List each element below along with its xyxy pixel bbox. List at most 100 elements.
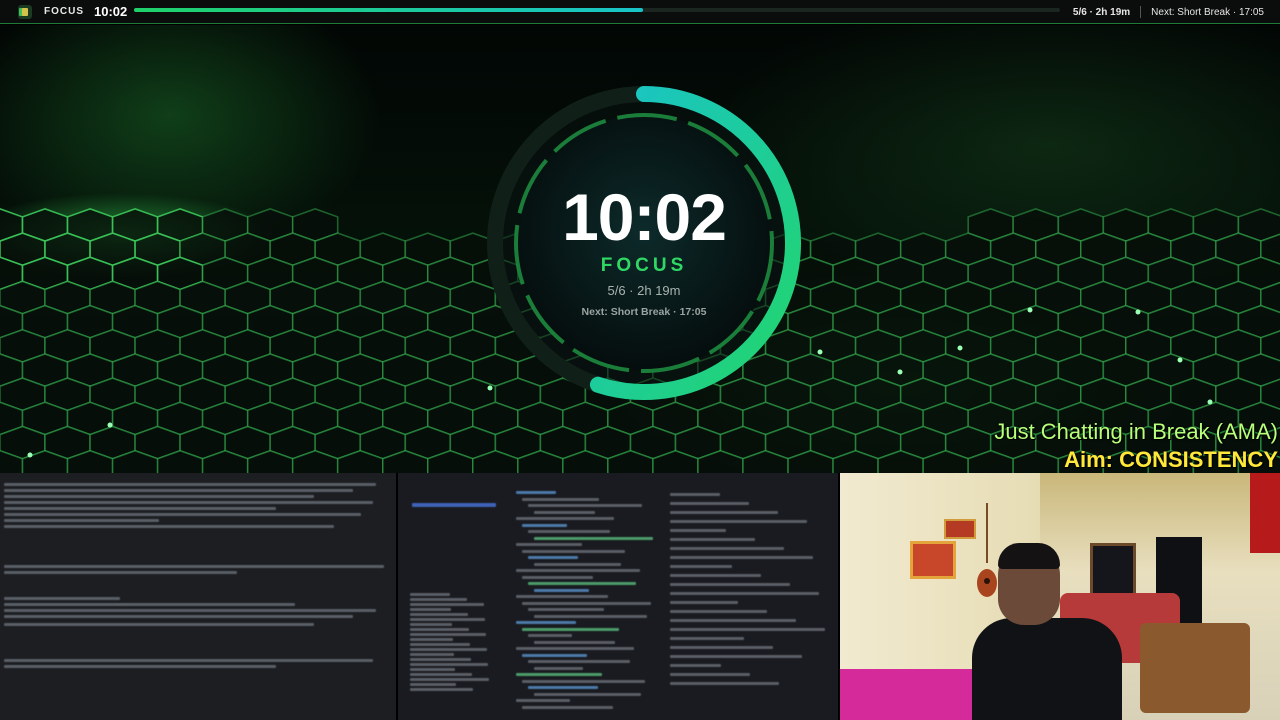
text-line	[4, 659, 373, 662]
code-line	[528, 530, 610, 533]
topbar-divider	[1140, 6, 1142, 18]
text-line	[4, 571, 237, 574]
output-line	[670, 574, 761, 577]
output-line	[670, 592, 819, 595]
code-line	[528, 686, 598, 689]
sidebar-line	[410, 673, 472, 676]
text-line	[4, 609, 376, 612]
code-line	[534, 614, 647, 618]
text-line	[4, 483, 376, 486]
timer-next: Next: Short Break · 17:05	[581, 306, 707, 318]
code-line	[522, 549, 625, 553]
code-line	[516, 543, 582, 546]
stream-overlay-text: Just Chatting in Break (AMA) Aim: CONSIS…	[994, 418, 1278, 474]
output-line	[670, 664, 721, 667]
output-line	[670, 547, 784, 550]
code-line	[522, 653, 587, 657]
output-line	[670, 628, 825, 631]
sidebar-line	[410, 643, 470, 646]
code-line	[528, 634, 572, 637]
code-line	[528, 582, 636, 585]
sparkle	[27, 452, 33, 458]
focus-timer: 10:02 FOCUS 5/6 · 2h 19m Next: Short Bre…	[484, 83, 804, 403]
sparkle	[1177, 357, 1183, 363]
sidebar-line	[410, 603, 484, 606]
code-line	[522, 679, 645, 683]
code-line	[534, 666, 583, 670]
curtain	[1250, 473, 1280, 553]
topbar-mode-label: FOCUS	[44, 6, 84, 17]
code-line	[534, 692, 641, 696]
sparkle	[107, 422, 113, 428]
topbar-progress-bar	[134, 8, 1060, 12]
output-line	[670, 619, 796, 622]
output-line	[670, 565, 732, 568]
text-line	[4, 525, 334, 528]
output-line	[670, 538, 755, 541]
sidebar-line	[410, 628, 469, 631]
overlay-aim: Aim: CONSISTENCY	[1064, 447, 1278, 472]
sidebar-line	[410, 633, 486, 636]
sidebar-line	[410, 598, 467, 601]
topbar-next: Next: Short Break · 17:05	[1151, 6, 1264, 18]
output-line	[670, 556, 813, 559]
sidebar-line	[410, 688, 473, 691]
code-line	[522, 705, 613, 709]
code-line	[522, 601, 651, 605]
code-line	[522, 523, 567, 527]
sparkle	[957, 345, 963, 351]
code-line	[534, 562, 621, 566]
webcam-feed	[840, 473, 1280, 720]
sidebar-line	[410, 658, 471, 661]
text-line	[4, 665, 276, 668]
text-line	[4, 507, 276, 510]
code-line	[528, 660, 630, 663]
code-line	[528, 556, 578, 559]
top-status-bar: FOCUS 10:02 5/6 · 2h 19m Next: Short Bre…	[0, 0, 1280, 24]
hero-background: 10:02 FOCUS 5/6 · 2h 19m Next: Short Bre…	[0, 25, 1280, 473]
text-line	[4, 495, 314, 498]
output-line	[670, 655, 802, 658]
wooden-chair	[1140, 623, 1250, 713]
code-line	[516, 517, 614, 520]
output-line	[670, 529, 726, 532]
sidebar-line	[410, 618, 485, 621]
output-line	[670, 673, 750, 676]
text-line	[4, 519, 159, 522]
screen-capture-editor	[398, 473, 838, 720]
output-line	[670, 610, 767, 613]
sidebar-line	[410, 608, 451, 611]
output-line	[670, 493, 720, 496]
output-line	[670, 520, 807, 523]
sidebar-line	[410, 668, 455, 671]
sidebar-line	[410, 683, 456, 686]
wall-sign	[944, 519, 976, 539]
text-line	[4, 597, 120, 600]
code-line	[522, 497, 599, 501]
code-line	[528, 608, 604, 611]
text-line	[4, 565, 384, 568]
code-line	[534, 588, 589, 592]
output-line	[670, 502, 749, 505]
code-line	[516, 491, 556, 494]
code-line	[522, 575, 593, 579]
output-line	[670, 682, 779, 685]
text-line	[4, 489, 353, 492]
sidebar-line	[410, 613, 468, 616]
timer-session: 5/6 · 2h 19m	[607, 283, 681, 298]
overlay-activity: Just Chatting in Break (AMA)	[994, 419, 1278, 444]
sparkle	[1027, 307, 1033, 313]
person-hair	[998, 543, 1060, 569]
timer-time: 10:02	[562, 180, 727, 254]
screen-capture-left	[0, 473, 396, 720]
guitar	[977, 503, 997, 597]
code-line	[534, 510, 595, 514]
sidebar-line	[410, 638, 453, 641]
code-line	[534, 536, 653, 540]
timer-mode: FOCUS	[600, 255, 688, 276]
output-line	[670, 583, 790, 586]
sidebar-line	[410, 623, 452, 626]
sidebar-line	[410, 653, 454, 656]
code-line	[516, 673, 602, 676]
text-line	[4, 513, 361, 516]
